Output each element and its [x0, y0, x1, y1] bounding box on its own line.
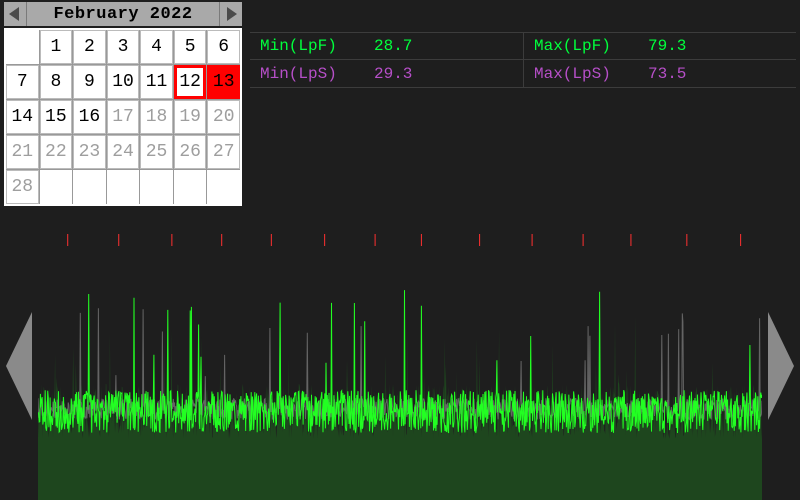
waveform-plot: [38, 232, 762, 500]
calendar-day-19[interactable]: 19: [174, 100, 207, 134]
calendar-day-25[interactable]: 25: [140, 135, 173, 169]
metric-value: 28.7: [374, 37, 412, 55]
plot-prev-button[interactable]: [0, 232, 38, 500]
calendar-blank: [140, 170, 173, 204]
calendar-day-9[interactable]: 9: [73, 65, 106, 99]
calendar-day-18[interactable]: 18: [140, 100, 173, 134]
month-next-button[interactable]: [220, 2, 242, 26]
plot-next-button[interactable]: [762, 232, 800, 500]
calendar-blank: [107, 170, 140, 204]
metric-label: Min(LpF): [260, 37, 360, 55]
calendar-blank: [73, 170, 106, 204]
calendar-day-28[interactable]: 28: [6, 170, 39, 204]
calendar-day-4[interactable]: 4: [140, 30, 173, 64]
metric-value: 29.3: [374, 65, 412, 83]
calendar-blank: [207, 170, 240, 204]
calendar-blank: [174, 170, 207, 204]
metric-min-lpf-: Min(LpF) 28.7: [250, 32, 523, 60]
calendar-day-8[interactable]: 8: [40, 65, 73, 99]
calendar-day-17[interactable]: 17: [107, 100, 140, 134]
calendar-blank: [40, 170, 73, 204]
calendar-day-1[interactable]: 1: [40, 30, 73, 64]
calendar-day-13[interactable]: 13: [207, 65, 240, 99]
calendar-day-15[interactable]: 15: [40, 100, 73, 134]
calendar-day-16[interactable]: 16: [73, 100, 106, 134]
metric-min-lps-: Min(LpS) 29.3: [250, 60, 523, 88]
calendar-day-5[interactable]: 5: [174, 30, 207, 64]
month-prev-button[interactable]: [4, 2, 26, 26]
calendar-day-26[interactable]: 26: [174, 135, 207, 169]
metric-value: 73.5: [648, 65, 686, 83]
metric-label: Max(LpS): [534, 65, 634, 83]
calendar-day-2[interactable]: 2: [73, 30, 106, 64]
metric-max-lps-: Max(LpS) 73.5: [523, 60, 796, 88]
calendar: 1234567891011121314151617181920212223242…: [4, 28, 242, 206]
metrics-panel: Min(LpF) 28.7 Max(LpF) 79.3 Min(LpS) 29.3 Max(…: [250, 32, 796, 88]
calendar-day-3[interactable]: 3: [107, 30, 140, 64]
calendar-day-21[interactable]: 21: [6, 135, 39, 169]
metric-label: Max(LpF): [534, 37, 634, 55]
calendar-day-22[interactable]: 22: [40, 135, 73, 169]
calendar-day-23[interactable]: 23: [73, 135, 106, 169]
calendar-day-20[interactable]: 20: [207, 100, 240, 134]
calendar-day-7[interactable]: 7: [6, 65, 39, 99]
calendar-day-14[interactable]: 14: [6, 100, 39, 134]
metric-value: 79.3: [648, 37, 686, 55]
calendar-day-6[interactable]: 6: [207, 30, 240, 64]
month-title: February 2022: [26, 2, 220, 26]
calendar-day-24[interactable]: 24: [107, 135, 140, 169]
metric-max-lpf-: Max(LpF) 79.3: [523, 32, 796, 60]
calendar-day-10[interactable]: 10: [107, 65, 140, 99]
calendar-blank: [6, 30, 39, 64]
calendar-day-12[interactable]: 12: [174, 65, 207, 99]
calendar-day-11[interactable]: 11: [140, 65, 173, 99]
calendar-day-27[interactable]: 27: [207, 135, 240, 169]
metric-label: Min(LpS): [260, 65, 360, 83]
